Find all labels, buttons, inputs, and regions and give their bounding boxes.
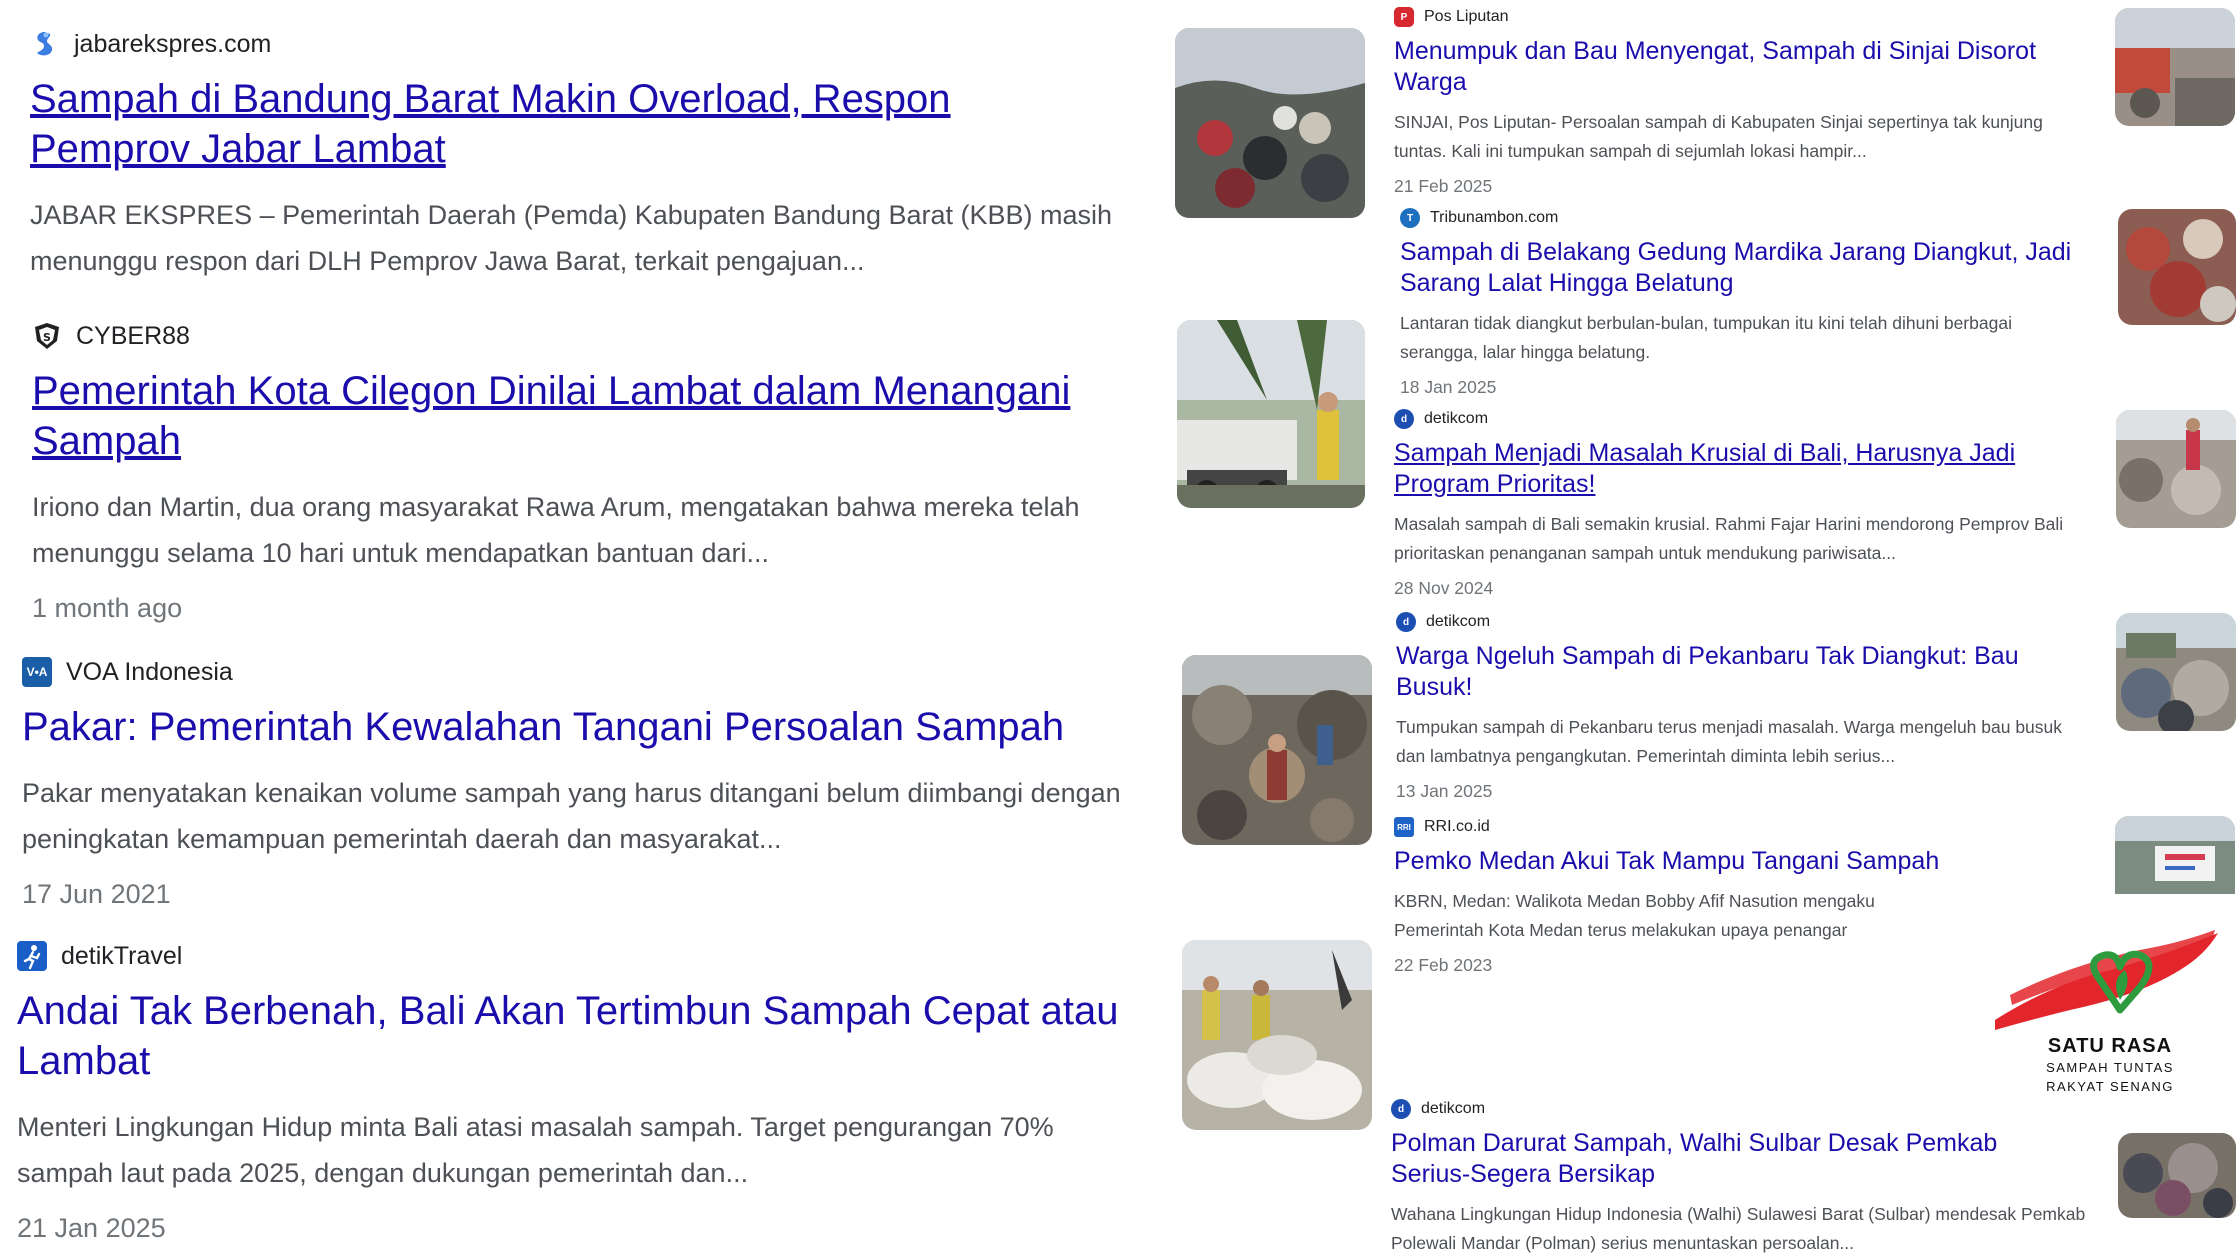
result-snippet: Wahana Lingkungan Hidup Indonesia (Walhi… xyxy=(1391,1204,2086,1253)
result-thumbnail[interactable] xyxy=(1182,655,1372,845)
flag-heart-icon xyxy=(1995,930,2218,1030)
result-date: 13 Jan 2025 xyxy=(1396,781,1493,801)
source-name: detikcom xyxy=(1421,1100,1486,1117)
result-title-link[interactable]: Sampah di Bandung Barat Makin Overload, … xyxy=(30,74,1030,174)
result-snippet: Tumpukan sampah di Pekanbaru terus menja… xyxy=(1396,717,2063,766)
result-date: 17 Jun 2021 xyxy=(22,879,171,909)
source-name: jabarekspres.com xyxy=(74,29,272,58)
posliputan-logo-icon: P xyxy=(1394,7,1414,27)
voa-logo-icon: V•A xyxy=(22,657,52,687)
result-card-detikcom-pekanbaru: d detikcom Warga Ngeluh Sampah di Pekanb… xyxy=(1396,611,2096,803)
svg-text:S: S xyxy=(43,331,51,344)
result-card-posliputan: P Pos Liputan Menumpuk dan Bau Menyengat… xyxy=(1394,6,2094,198)
result-title-link[interactable]: Pemerintah Kota Cilegon Dinilai Lambat d… xyxy=(32,366,1152,466)
source-name: CYBER88 xyxy=(76,321,190,350)
result-title-link[interactable]: Pemko Medan Akui Tak Mampu Tangani Sampa… xyxy=(1394,846,2094,877)
source-name: detikTravel xyxy=(61,941,183,970)
result-source[interactable]: d detikcom xyxy=(1396,611,2096,633)
result-snippet: Masalah sampah di Bali semakin krusial. … xyxy=(1394,514,2064,563)
result-snippet: Menteri Lingkungan Hidup minta Bali atas… xyxy=(17,1112,1054,1188)
result-thumbnail[interactable] xyxy=(2116,410,2236,528)
result-snippet: Iriono dan Martin, dua orang masyarakat … xyxy=(32,492,1080,568)
cyber88-shield-icon: S xyxy=(32,321,62,351)
satu-rasa-campaign-logo: SATU RASA SAMPAH TUNTAS RAKYAT SENANG xyxy=(1990,925,2230,1095)
result-source[interactable]: RRI RRI.co.id xyxy=(1394,816,2094,838)
result-source[interactable]: d detikcom xyxy=(1394,408,2094,430)
result-snippet-line: Pemerintah Kota Medan terus melakukan up… xyxy=(1394,920,1848,940)
source-name: detikcom xyxy=(1426,613,1491,630)
detiktravel-logo-icon xyxy=(17,941,47,971)
logo-line-3: RAKYAT SENANG xyxy=(2046,1079,2174,1094)
result-date: 1 month ago xyxy=(32,593,183,623)
result-source[interactable]: T Tribunambon.com xyxy=(1400,207,2100,229)
result-thumbnail[interactable] xyxy=(2118,1133,2236,1218)
result-source[interactable]: jabarekspres.com xyxy=(30,24,1140,64)
result-card-jabarekspres: jabarekspres.com Sampah di Bandung Barat… xyxy=(30,24,1140,284)
result-date: 21 Feb 2025 xyxy=(1394,176,1493,196)
result-title-link[interactable]: Polman Darurat Sampah, Walhi Sulbar Desa… xyxy=(1391,1128,2071,1190)
result-snippet-line: KBRN, Medan: Walikota Medan Bobby Afif N… xyxy=(1394,891,1875,911)
source-name: Pos Liputan xyxy=(1424,8,1509,25)
result-title-link[interactable]: Menumpuk dan Bau Menyengat, Sampah di Si… xyxy=(1394,36,2074,98)
result-source[interactable]: P Pos Liputan xyxy=(1394,6,2094,28)
result-source[interactable]: S CYBER88 xyxy=(32,316,1152,356)
result-title-link[interactable]: Andai Tak Berbenah, Bali Akan Tertimbun … xyxy=(17,986,1137,1086)
source-name: VOA Indonesia xyxy=(66,657,233,686)
result-date: 21 Jan 2025 xyxy=(17,1213,166,1243)
result-snippet: Pakar menyatakan kenaikan volume sampah … xyxy=(22,778,1121,854)
result-date: 22 Feb 2023 xyxy=(1394,955,1493,975)
rri-logo-icon: RRI xyxy=(1394,817,1414,837)
detikcom-logo-icon: d xyxy=(1396,612,1416,632)
source-name: detikcom xyxy=(1424,410,1489,427)
result-card-detikcom-polman: d detikcom Polman Darurat Sampah, Walhi … xyxy=(1391,1098,2091,1258)
result-thumbnail[interactable] xyxy=(2116,613,2236,731)
result-date: 18 Jan 2025 xyxy=(1400,377,1497,397)
detikcom-logo-icon: d xyxy=(1394,409,1414,429)
result-thumbnail[interactable] xyxy=(2115,8,2235,126)
result-card-tribunambon: T Tribunambon.com Sampah di Belakang Ged… xyxy=(1400,207,2100,399)
result-source[interactable]: V•A VOA Indonesia xyxy=(22,652,1152,692)
result-snippet: Lantaran tidak diangkut berbulan-bulan, … xyxy=(1400,313,2012,362)
result-thumbnail[interactable] xyxy=(2118,209,2236,325)
result-card-rri: RRI RRI.co.id Pemko Medan Akui Tak Mampu… xyxy=(1394,816,2094,977)
jabarekspres-logo-icon xyxy=(30,29,60,59)
source-name: Tribunambon.com xyxy=(1430,209,1559,226)
result-snippet: SINJAI, Pos Liputan- Persoalan sampah di… xyxy=(1394,112,2043,161)
result-snippet: KBRN, Medan: Walikota Medan Bobby Afif N… xyxy=(1394,887,2094,945)
result-source[interactable]: detikTravel xyxy=(17,936,1157,976)
result-card-detiktravel: detikTravel Andai Tak Berbenah, Bali Aka… xyxy=(17,936,1157,1246)
result-thumbnail[interactable] xyxy=(2115,816,2235,894)
result-snippet: JABAR EKSPRES – Pemerintah Daerah (Pemda… xyxy=(30,200,1113,276)
detikcom-logo-icon: d xyxy=(1391,1099,1411,1119)
result-card-detikcom-bali: d detikcom Sampah Menjadi Masalah Krusia… xyxy=(1394,408,2094,600)
logo-line-2: SAMPAH TUNTAS xyxy=(2046,1060,2174,1075)
result-card-voa: V•A VOA Indonesia Pakar: Pemerintah Kewa… xyxy=(22,652,1152,912)
result-title-link[interactable]: Warga Ngeluh Sampah di Pekanbaru Tak Dia… xyxy=(1396,641,2076,703)
result-thumbnail[interactable] xyxy=(1177,320,1365,508)
source-name: RRI.co.id xyxy=(1424,818,1490,835)
result-title-link[interactable]: Pakar: Pemerintah Kewalahan Tangani Pers… xyxy=(22,702,1152,752)
result-title-link[interactable]: Sampah Menjadi Masalah Krusial di Bali, … xyxy=(1394,438,2074,500)
result-source[interactable]: d detikcom xyxy=(1391,1098,2091,1120)
result-title-link[interactable]: Sampah di Belakang Gedung Mardika Jarang… xyxy=(1400,237,2100,299)
result-thumbnail[interactable] xyxy=(1182,940,1372,1130)
logo-line-1: SATU RASA xyxy=(2047,1035,2173,1057)
tribunambon-logo-icon: T xyxy=(1400,208,1420,228)
result-date: 28 Nov 2024 xyxy=(1394,578,1494,598)
result-card-cyber88: S CYBER88 Pemerintah Kota Cilegon Dinila… xyxy=(32,316,1152,626)
result-thumbnail[interactable] xyxy=(1175,28,1365,218)
